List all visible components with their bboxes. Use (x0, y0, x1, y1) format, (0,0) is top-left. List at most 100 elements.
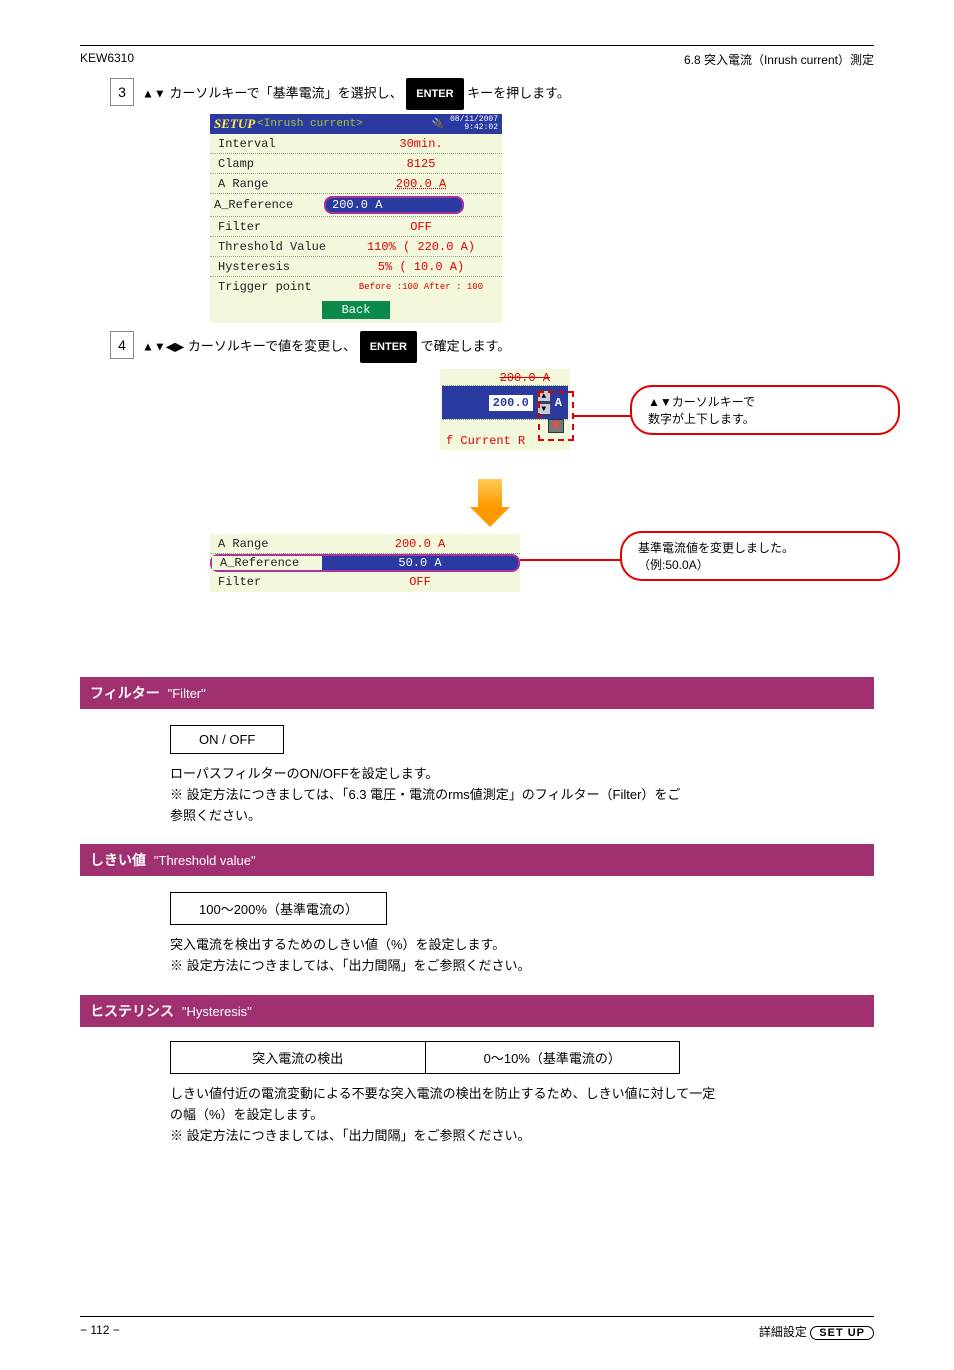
plug-icon: 🔌 (432, 120, 444, 131)
step-3: 3 ▲▼ カーソルキーで「基準電流」を選択し、 ENTER キーを押します。 (80, 78, 874, 110)
filter-body-2: ※ 設定方法につきましては、「6.3 電圧・電流のrms値測定」のフィルター（F… (170, 785, 874, 806)
value-aref-selected[interactable]: 200.0 A (324, 196, 464, 214)
label-filter: Filter (218, 220, 348, 234)
filter-body-3: 参照ください。 (170, 806, 874, 827)
after-label-aref: A_Reference (212, 556, 322, 570)
enter-key: ENTER (360, 331, 417, 363)
row-filter: Filter OFF (210, 217, 502, 237)
header-left: KEW6310 (80, 51, 134, 68)
section-threshold-en: "Threshold value" (154, 853, 256, 868)
hyst-box-right: 0～10%（基準電流の） (425, 1041, 681, 1074)
section-filter-bar: フィルター "Filter" (80, 677, 874, 709)
hyst-box-left: 突入電流の検出 (170, 1041, 425, 1074)
after-value-arange: 200.0 A (328, 537, 512, 551)
header-right: 6.8 突入電流（Inrush current）測定 (684, 51, 874, 68)
red-dashed-highlight (538, 391, 574, 441)
filter-body: ローパスフィルターのON/OFFを設定します。 ※ 設定方法につきましては、「6… (170, 764, 874, 826)
screen-titlebar: SETUP <Inrush current> 🔌 08/11/2007 9:42… (210, 114, 502, 134)
after-value-filter: OFF (328, 575, 512, 589)
setup-pill: SET UP (810, 1326, 874, 1340)
step-4: 4 ▲▼◀▶ カーソルキーで値を変更し、 ENTER で確定します。 (80, 331, 874, 363)
after-row-aref: A_Reference 50.0 A (210, 554, 520, 572)
value-interval: 30min. (348, 137, 494, 151)
value-trigger: Before :100 After : 100 (348, 282, 494, 292)
value-filter: OFF (348, 220, 494, 234)
after-label-arange: A Range (218, 537, 328, 551)
value-arange: 200.0 A (348, 177, 494, 191)
cursor-icons: ▲▼◀▶ (142, 339, 184, 353)
row-clamp: Clamp 8125 (210, 154, 502, 174)
step-text: ▲▼◀▶ カーソルキーで値を変更し、 ENTER で確定します。 (142, 331, 874, 363)
filter-body-1: ローパスフィルターのON/OFFを設定します。 (170, 764, 874, 785)
page-number: − 112 − (80, 1323, 120, 1340)
hysteresis-options-box: 突入電流の検出 0～10%（基準電流の） (170, 1041, 680, 1074)
setup-screen: SETUP <Inrush current> 🔌 08/11/2007 9:42… (210, 114, 502, 323)
row-trigger: Trigger point Before :100 After : 100 (210, 277, 502, 297)
callout1-l2: 数字が上下します。 (648, 410, 882, 427)
threshold-body-1: 突入電流を検出するためのしきい値（%）を設定します。 (170, 935, 874, 956)
back-button[interactable]: Back (322, 301, 391, 319)
section-threshold-bar: しきい値 "Threshold value" (80, 844, 874, 876)
page-footer: − 112 − 詳細設定 SET UP (80, 1316, 874, 1340)
row-threshold: Threshold Value 110% ( 220.0 A) (210, 237, 502, 257)
trigger-before: Before :100 (359, 282, 418, 292)
value-clamp: 8125 (348, 157, 494, 171)
step-number: 3 (110, 78, 134, 106)
step3-text-b: キーを押します。 (467, 85, 570, 100)
callout2-l2: （例:50.0A） (638, 556, 882, 573)
up-down-icon: ▲▼ (142, 86, 166, 100)
hyst-body-3: ※ 設定方法につきましては、「出力間隔」をご参照ください。 (170, 1126, 874, 1147)
spinner-old-value: 200.0 A (442, 371, 568, 386)
section-threshold-jp: しきい値 (90, 852, 146, 868)
label-interval: Interval (218, 137, 348, 151)
header-rule (80, 45, 874, 46)
page-header: KEW6310 6.8 突入電流（Inrush current）測定 (80, 51, 874, 68)
label-clamp: Clamp (218, 157, 348, 171)
trigger-after: After : 100 (424, 282, 483, 292)
screen-subtitle: <Inrush current> (257, 118, 363, 130)
row-arange: A Range 200.0 A (210, 174, 502, 194)
step3-text-a: カーソルキーで「基準電流」を選択し、 (169, 85, 402, 100)
step-text: ▲▼ カーソルキーで「基準電流」を選択し、 ENTER キーを押します。 (142, 78, 874, 110)
section-hysteresis-bar: ヒステリシス "Hysteresis" (80, 995, 874, 1027)
callout2-l1: 基準電流値を変更しました。 (638, 539, 882, 556)
after-value-aref[interactable]: 50.0 A (322, 556, 518, 570)
filter-options-box: ON / OFF (170, 725, 284, 754)
after-row-arange: A Range 200.0 A (210, 534, 520, 554)
label-trigger: Trigger point (218, 280, 348, 294)
callout-updown: ▲▼カーソルキーで 数字が上下します。 (630, 385, 900, 435)
threshold-options-box: 100～200%（基準電流の） (170, 892, 387, 925)
setup-logo: SETUP (214, 116, 255, 132)
back-row: Back (210, 297, 502, 323)
section-hysteresis-jp: ヒステリシス (90, 1003, 174, 1019)
label-hysteresis: Hysteresis (218, 260, 348, 274)
enter-key: ENTER (406, 78, 463, 110)
section-filter-en: "Filter" (168, 686, 206, 701)
section-hysteresis-en: "Hysteresis" (182, 1004, 252, 1019)
hyst-body-2: の幅（%）を設定します。 (170, 1105, 874, 1126)
label-threshold: Threshold Value (218, 240, 348, 254)
step4-text-a: カーソルキーで値を変更し、 (188, 338, 356, 353)
step4-text-b: で確定します。 (421, 338, 511, 353)
footer-right: 詳細設定 SET UP (759, 1323, 874, 1340)
callout-changed: 基準電流値を変更しました。 （例:50.0A） (620, 531, 900, 581)
value-hysteresis: 5% ( 10.0 A) (348, 260, 494, 274)
step-number: 4 (110, 331, 134, 359)
label-arange: A Range (218, 177, 348, 191)
hysteresis-body: しきい値付近の電流変動による不要な突入電流の検出を防止するため、しきい値に対して… (170, 1084, 874, 1146)
step4-illustration: 200.0 A 200.0 ▲ ▼ A ✖ f Current R ▲▼カーソル… (210, 369, 874, 659)
row-aref: A_Reference 200.0 A (210, 194, 502, 217)
label-aref: A_Reference (214, 198, 324, 212)
callout1-l1: ▲▼カーソルキーで (648, 393, 882, 410)
after-label-filter: Filter (218, 575, 328, 589)
row-interval: Interval 30min. (210, 134, 502, 154)
row-hysteresis: Hysteresis 5% ( 10.0 A) (210, 257, 502, 277)
value-threshold: 110% ( 220.0 A) (348, 240, 494, 254)
hyst-body-1: しきい値付近の電流変動による不要な突入電流の検出を防止するため、しきい値に対して… (170, 1084, 874, 1105)
screen-time: 9:42:02 (464, 123, 498, 132)
spinner-value-input[interactable]: 200.0 (487, 393, 535, 413)
threshold-body-2: ※ 設定方法につきましては、「出力間隔」をご参照ください。 (170, 956, 874, 977)
after-row-filter: Filter OFF (210, 572, 520, 592)
footer-right-label: 詳細設定 (759, 1325, 807, 1339)
section-filter-jp: フィルター (90, 685, 160, 701)
